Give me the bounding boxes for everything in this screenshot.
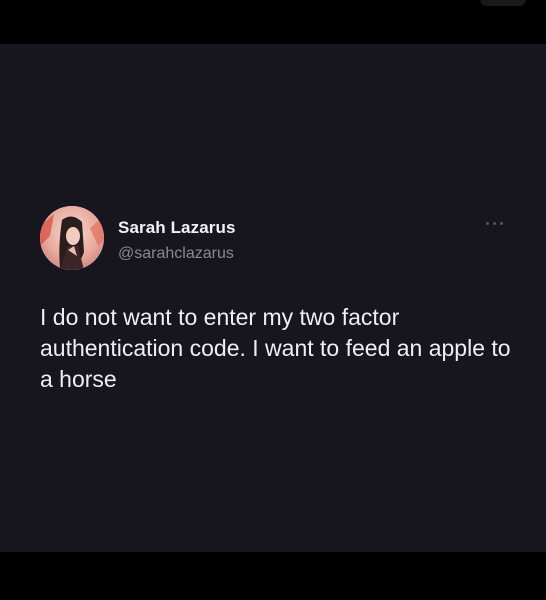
avatar[interactable] [40,206,104,270]
top-frame-bar [0,0,546,44]
avatar-image [40,206,104,270]
bottom-frame-bar [0,552,546,600]
tweet-text: I do not want to enter my two factor aut… [40,304,511,392]
device-notch [480,0,526,6]
screen: Sarah Lazarus @sarahclazarus I do not wa… [0,44,546,552]
more-horizontal-icon[interactable] [482,216,508,230]
author-name[interactable]: Sarah Lazarus [118,218,236,238]
author-handle[interactable]: @sarahclazarus [118,245,234,263]
tweet-card: Sarah Lazarus @sarahclazarus I do not wa… [0,44,546,552]
